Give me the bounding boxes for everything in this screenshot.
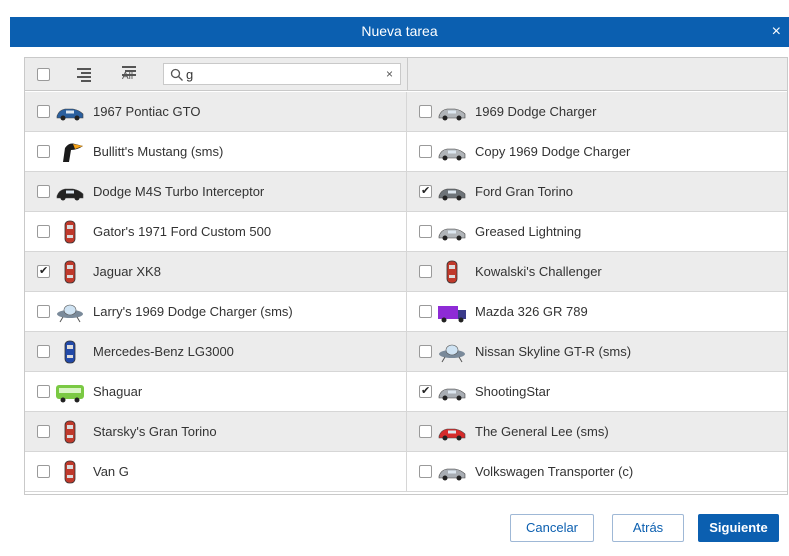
vehicle-name: Mazda 326 GR 789: [475, 304, 588, 319]
vehicle-name: The General Lee (sms): [475, 424, 609, 439]
search-icon: [170, 68, 183, 81]
vehicle-checkbox[interactable]: [419, 225, 432, 238]
vehicle-checkbox[interactable]: [419, 184, 432, 198]
vehicle-checkbox[interactable]: [37, 425, 50, 438]
new-task-dialog: Nueva tarea × All g × 1967 Pontiac GTO 1…: [0, 0, 789, 556]
select-all-checkbox[interactable]: [37, 68, 50, 81]
car-topview-blue-icon: [55, 340, 85, 364]
vehicle-checkbox[interactable]: [419, 145, 432, 158]
vehicle-row[interactable]: Dodge M4S Turbo Interceptor: [25, 172, 407, 212]
toolbar: All ×: [25, 58, 787, 91]
vehicle-name: Jaguar XK8: [93, 264, 161, 279]
vehicle-row[interactable]: Jaguar XK8: [25, 252, 407, 292]
vehicle-name: Kowalski's Challenger: [475, 264, 602, 279]
vehicle-checkbox[interactable]: [37, 264, 50, 278]
sports-car-red-icon: [437, 420, 467, 444]
vehicle-row[interactable]: Gator's 1971 Ford Custom 500: [25, 212, 407, 252]
vehicle-row[interactable]: Larry's 1969 Dodge Charger (sms): [25, 292, 407, 332]
vehicle-row[interactable]: 1969 Dodge Charger: [407, 92, 787, 132]
vehicle-checkbox[interactable]: [419, 425, 432, 438]
vehicle-checkbox[interactable]: [419, 105, 432, 118]
next-button[interactable]: Siguiente: [698, 514, 779, 542]
vehicle-row[interactable]: 1967 Pontiac GTO: [25, 92, 407, 132]
car-topview-red-icon: [55, 420, 85, 444]
car-silver-icon: [437, 460, 467, 484]
vehicle-name: Nissan Skyline GT-R (sms): [475, 344, 632, 359]
close-icon[interactable]: ×: [772, 23, 781, 40]
car-black-icon: [55, 180, 85, 204]
vehicle-checkbox[interactable]: [37, 225, 50, 238]
sedan-silver-icon: [437, 100, 467, 124]
vehicle-name: Copy 1969 Dodge Charger: [475, 144, 631, 159]
vehicle-name: Van G: [93, 464, 129, 479]
vehicle-row[interactable]: Volkswagen Transporter (c): [407, 452, 787, 492]
sports-car-blue-icon: [55, 100, 85, 124]
vehicle-checkbox[interactable]: [37, 145, 50, 158]
bus-green-icon: [55, 380, 85, 404]
vehicle-checkbox[interactable]: [37, 185, 50, 198]
vehicle-row[interactable]: Shaguar: [25, 372, 407, 412]
vehicle-checkbox[interactable]: [37, 465, 50, 478]
vehicle-name: ShootingStar: [475, 384, 551, 399]
dialog-titlebar: Nueva tarea ×: [10, 17, 789, 47]
vehicle-name: Starsky's Gran Torino: [93, 424, 217, 439]
vehicle-name: Gator's 1971 Ford Custom 500: [93, 224, 272, 239]
vehicle-row[interactable]: Copy 1969 Dodge Charger: [407, 132, 787, 172]
vehicle-row[interactable]: Ford Gran Torino: [407, 172, 787, 212]
search-input[interactable]: [186, 66, 376, 82]
vehicle-name: Larry's 1969 Dodge Charger (sms): [93, 304, 293, 319]
vehicle-name: Dodge M4S Turbo Interceptor: [93, 184, 265, 199]
sedan-silver-icon: [437, 220, 467, 244]
vehicle-row[interactable]: Mazda 326 GR 789: [407, 292, 787, 332]
car-topview-red-icon: [55, 260, 85, 284]
toolbar-divider: [407, 58, 408, 91]
vehicle-checkbox[interactable]: [419, 384, 432, 398]
truck-purple-icon: [437, 300, 467, 324]
vehicle-row[interactable]: Starsky's Gran Torino: [25, 412, 407, 452]
vehicle-row[interactable]: Kowalski's Challenger: [407, 252, 787, 292]
vehicle-checkbox[interactable]: [37, 305, 50, 318]
vehicle-name: Bullitt's Mustang (sms): [93, 144, 224, 159]
vehicle-row[interactable]: The General Lee (sms): [407, 412, 787, 452]
vehicle-selection-panel: All × 1967 Pontiac GTO 1969 Dodge Charger…: [24, 57, 788, 495]
vehicle-checkbox[interactable]: [419, 345, 432, 358]
vehicle-checkbox[interactable]: [37, 105, 50, 118]
vehicle-row[interactable]: Mercedes-Benz LG3000: [25, 332, 407, 372]
toucan-icon: [55, 140, 85, 164]
car-gray-icon: [437, 180, 467, 204]
vehicle-checkbox[interactable]: [419, 305, 432, 318]
vehicle-row[interactable]: Greased Lightning: [407, 212, 787, 252]
indent-icon[interactable]: [75, 65, 93, 85]
car-topview-red-icon: [55, 460, 85, 484]
cancel-button[interactable]: Cancelar: [510, 514, 594, 542]
vehicle-checkbox[interactable]: [37, 345, 50, 358]
search-box: ×: [163, 63, 401, 85]
ufo-icon: [437, 340, 467, 364]
vehicle-name: 1969 Dodge Charger: [475, 104, 597, 119]
car-topview-red-icon: [437, 260, 467, 284]
vehicle-checkbox[interactable]: [419, 265, 432, 278]
vehicle-checkbox[interactable]: [419, 465, 432, 478]
vehicle-name: Shaguar: [93, 384, 143, 399]
vehicle-checkbox[interactable]: [37, 385, 50, 398]
vehicle-row[interactable]: Bullitt's Mustang (sms): [25, 132, 407, 172]
vehicle-name: 1967 Pontiac GTO: [93, 104, 201, 119]
list-all-label: All: [122, 71, 134, 82]
dialog-title: Nueva tarea: [361, 23, 438, 39]
back-button[interactable]: Atrás: [612, 514, 684, 542]
clear-search-icon[interactable]: ×: [386, 67, 393, 81]
sedan-silver-icon: [437, 140, 467, 164]
car-topview-red-icon: [55, 220, 85, 244]
ufo-icon: [55, 300, 85, 324]
vehicle-name: Ford Gran Torino: [475, 184, 574, 199]
vehicle-row[interactable]: Van G: [25, 452, 407, 492]
vehicle-name: Volkswagen Transporter (c): [475, 464, 634, 479]
vehicle-row[interactable]: Nissan Skyline GT-R (sms): [407, 332, 787, 372]
car-silver-icon: [437, 380, 467, 404]
vehicle-name: Greased Lightning: [475, 224, 582, 239]
vehicle-name: Mercedes-Benz LG3000: [93, 344, 234, 359]
vehicle-row[interactable]: ShootingStar: [407, 372, 787, 412]
